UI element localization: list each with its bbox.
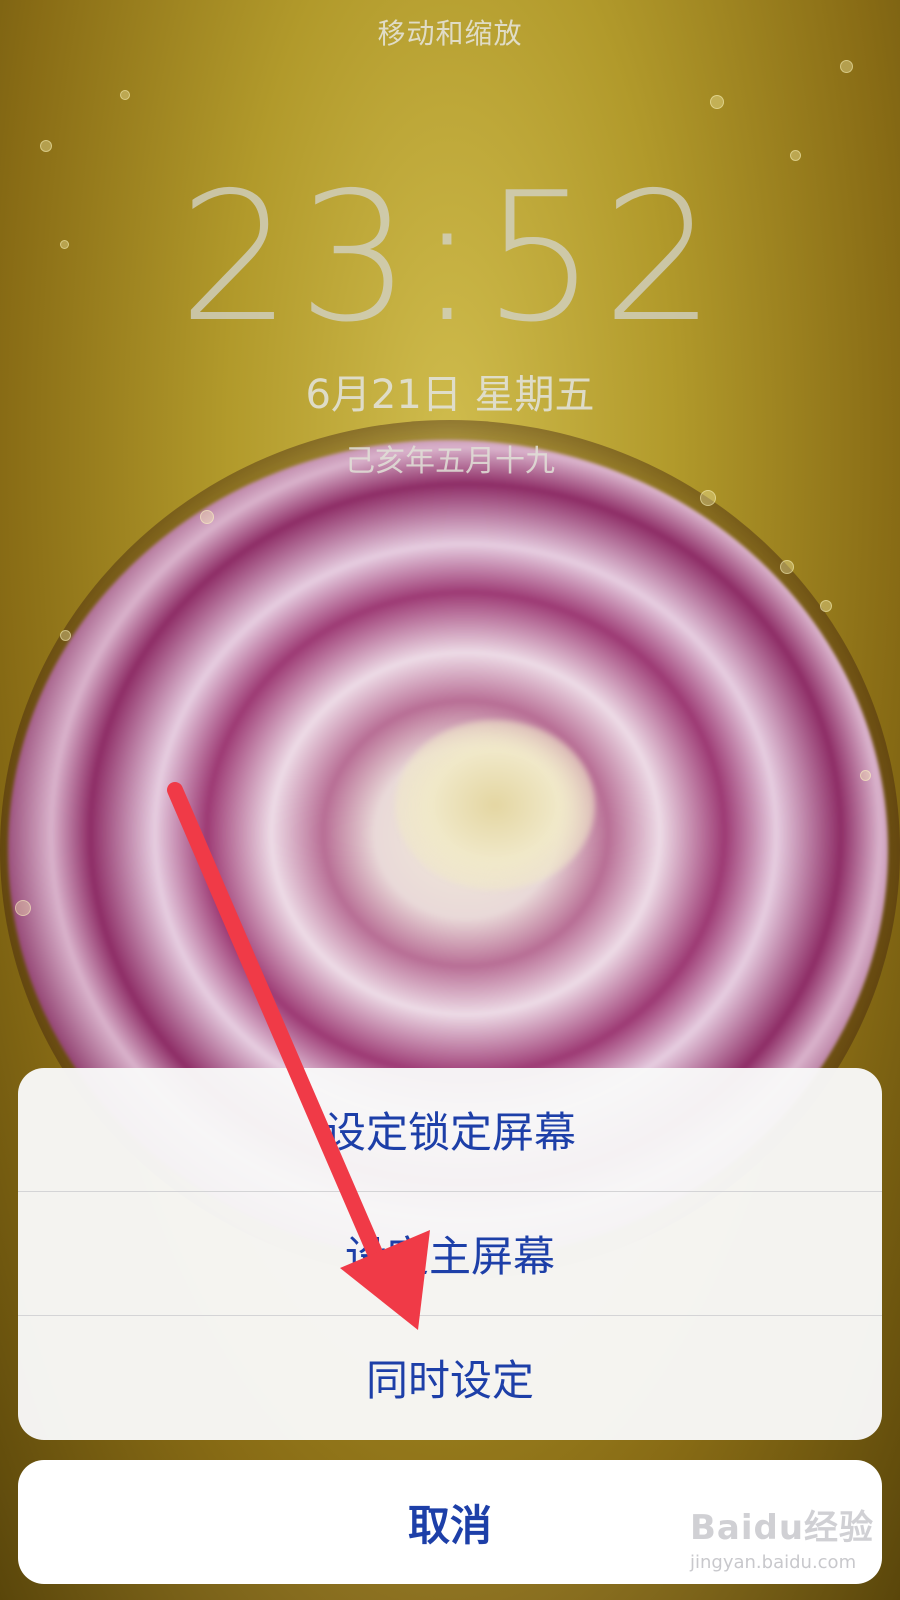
set-home-screen-button[interactable]: 设定主屏幕 [18, 1192, 882, 1315]
cancel-button[interactable]: 取消 [18, 1460, 882, 1584]
lockscreen-clock: 23:52 [178, 154, 722, 361]
set-both-button[interactable]: 同时设定 [18, 1316, 882, 1439]
lockscreen-lunar-date: 己亥年五月十九 [345, 444, 555, 479]
lockscreen-date: 6月21日 星期五 [305, 372, 595, 418]
set-lock-screen-button[interactable]: 设定锁定屏幕 [18, 1068, 882, 1191]
move-and-scale-title: 移动和缩放 [377, 17, 523, 50]
action-sheet: 设定锁定屏幕 设定主屏幕 同时设定 [18, 1068, 882, 1440]
